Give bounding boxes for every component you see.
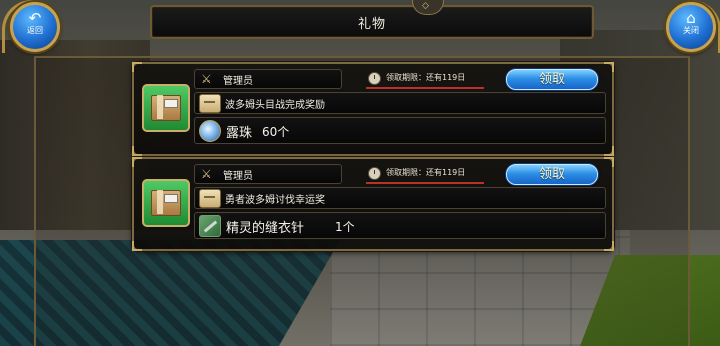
claim-button-label: 领取 [538,72,565,87]
gift-mail-card: ⚔ 管理员 领取期限：还有119日 领取 勇者波多姆讨伐幸运奖 精灵的缝衣针 1… [132,157,614,251]
card-corner [132,157,142,167]
card-corner [604,146,614,156]
crossed-swords-icon: ⚔ [201,72,212,86]
close-button-label: 关闭 [683,26,699,35]
card-corner [132,241,142,251]
clock-icon [368,167,381,180]
claim-deadline: 领取期限：还有119日 [366,166,484,184]
card-corner [132,146,142,156]
mail-subject: 波多姆头目战完成奖励 [225,100,325,111]
deadline-text: 领取期限：还有119日 [386,73,466,82]
sender-name: 管理员 [223,171,253,182]
gift-box-icon [142,84,190,132]
card-corner [604,62,614,72]
claim-button-label: 领取 [538,167,565,182]
box-tape [157,95,163,119]
subject-row: 波多姆头目战完成奖励 [194,92,606,114]
box-tag [164,194,178,203]
scroll-icon [199,94,221,113]
reward-name: 精灵的缝衣针 [226,221,305,236]
card-corner [604,157,614,167]
gift-mail-card: ⚔ 管理员 领取期限：还有119日 领取 波多姆头目战完成奖励 露珠 60个 [132,62,614,156]
back-arrow-icon: ↶ [28,9,42,27]
claim-deadline: 领取期限：还有119日 [366,71,484,89]
claim-button[interactable]: 领取 [506,69,598,90]
crossed-swords-icon: ⚔ [201,167,212,181]
back-button-label: 返回 [27,26,43,35]
card-corner [604,241,614,251]
scroll-icon [199,189,221,208]
close-button[interactable]: ⌂ 关闭 [666,2,716,52]
reward-quantity: 60个 [262,125,290,139]
sender-name: 管理员 [223,76,253,87]
box-tag [164,99,178,108]
claim-button[interactable]: 领取 [506,164,598,185]
subject-row: 勇者波多姆讨伐幸运奖 [194,187,606,209]
sender-row: ⚔ 管理员 [194,164,342,184]
sender-row: ⚔ 管理员 [194,69,342,89]
mail-subject: 勇者波多姆讨伐幸运奖 [225,195,325,206]
deadline-text: 领取期限：还有119日 [386,168,466,177]
pearl-icon [199,120,221,142]
title-bar: 礼物 [150,5,594,39]
page-title: 礼物 [357,17,386,32]
gift-box-icon [142,179,190,227]
needle-icon [199,215,221,237]
home-icon: ⌂ [686,9,696,27]
reward-row: 精灵的缝衣针 1个 [194,212,606,239]
box-tape [157,190,163,214]
reward-row: 露珠 60个 [194,117,606,144]
back-button[interactable]: ↶ 返回 [10,2,60,52]
reward-quantity: 1个 [335,220,355,234]
card-corner [132,62,142,72]
clock-icon [368,72,381,85]
ornament-icon: ◇ [422,1,429,11]
reward-name: 露珠 [226,126,253,141]
